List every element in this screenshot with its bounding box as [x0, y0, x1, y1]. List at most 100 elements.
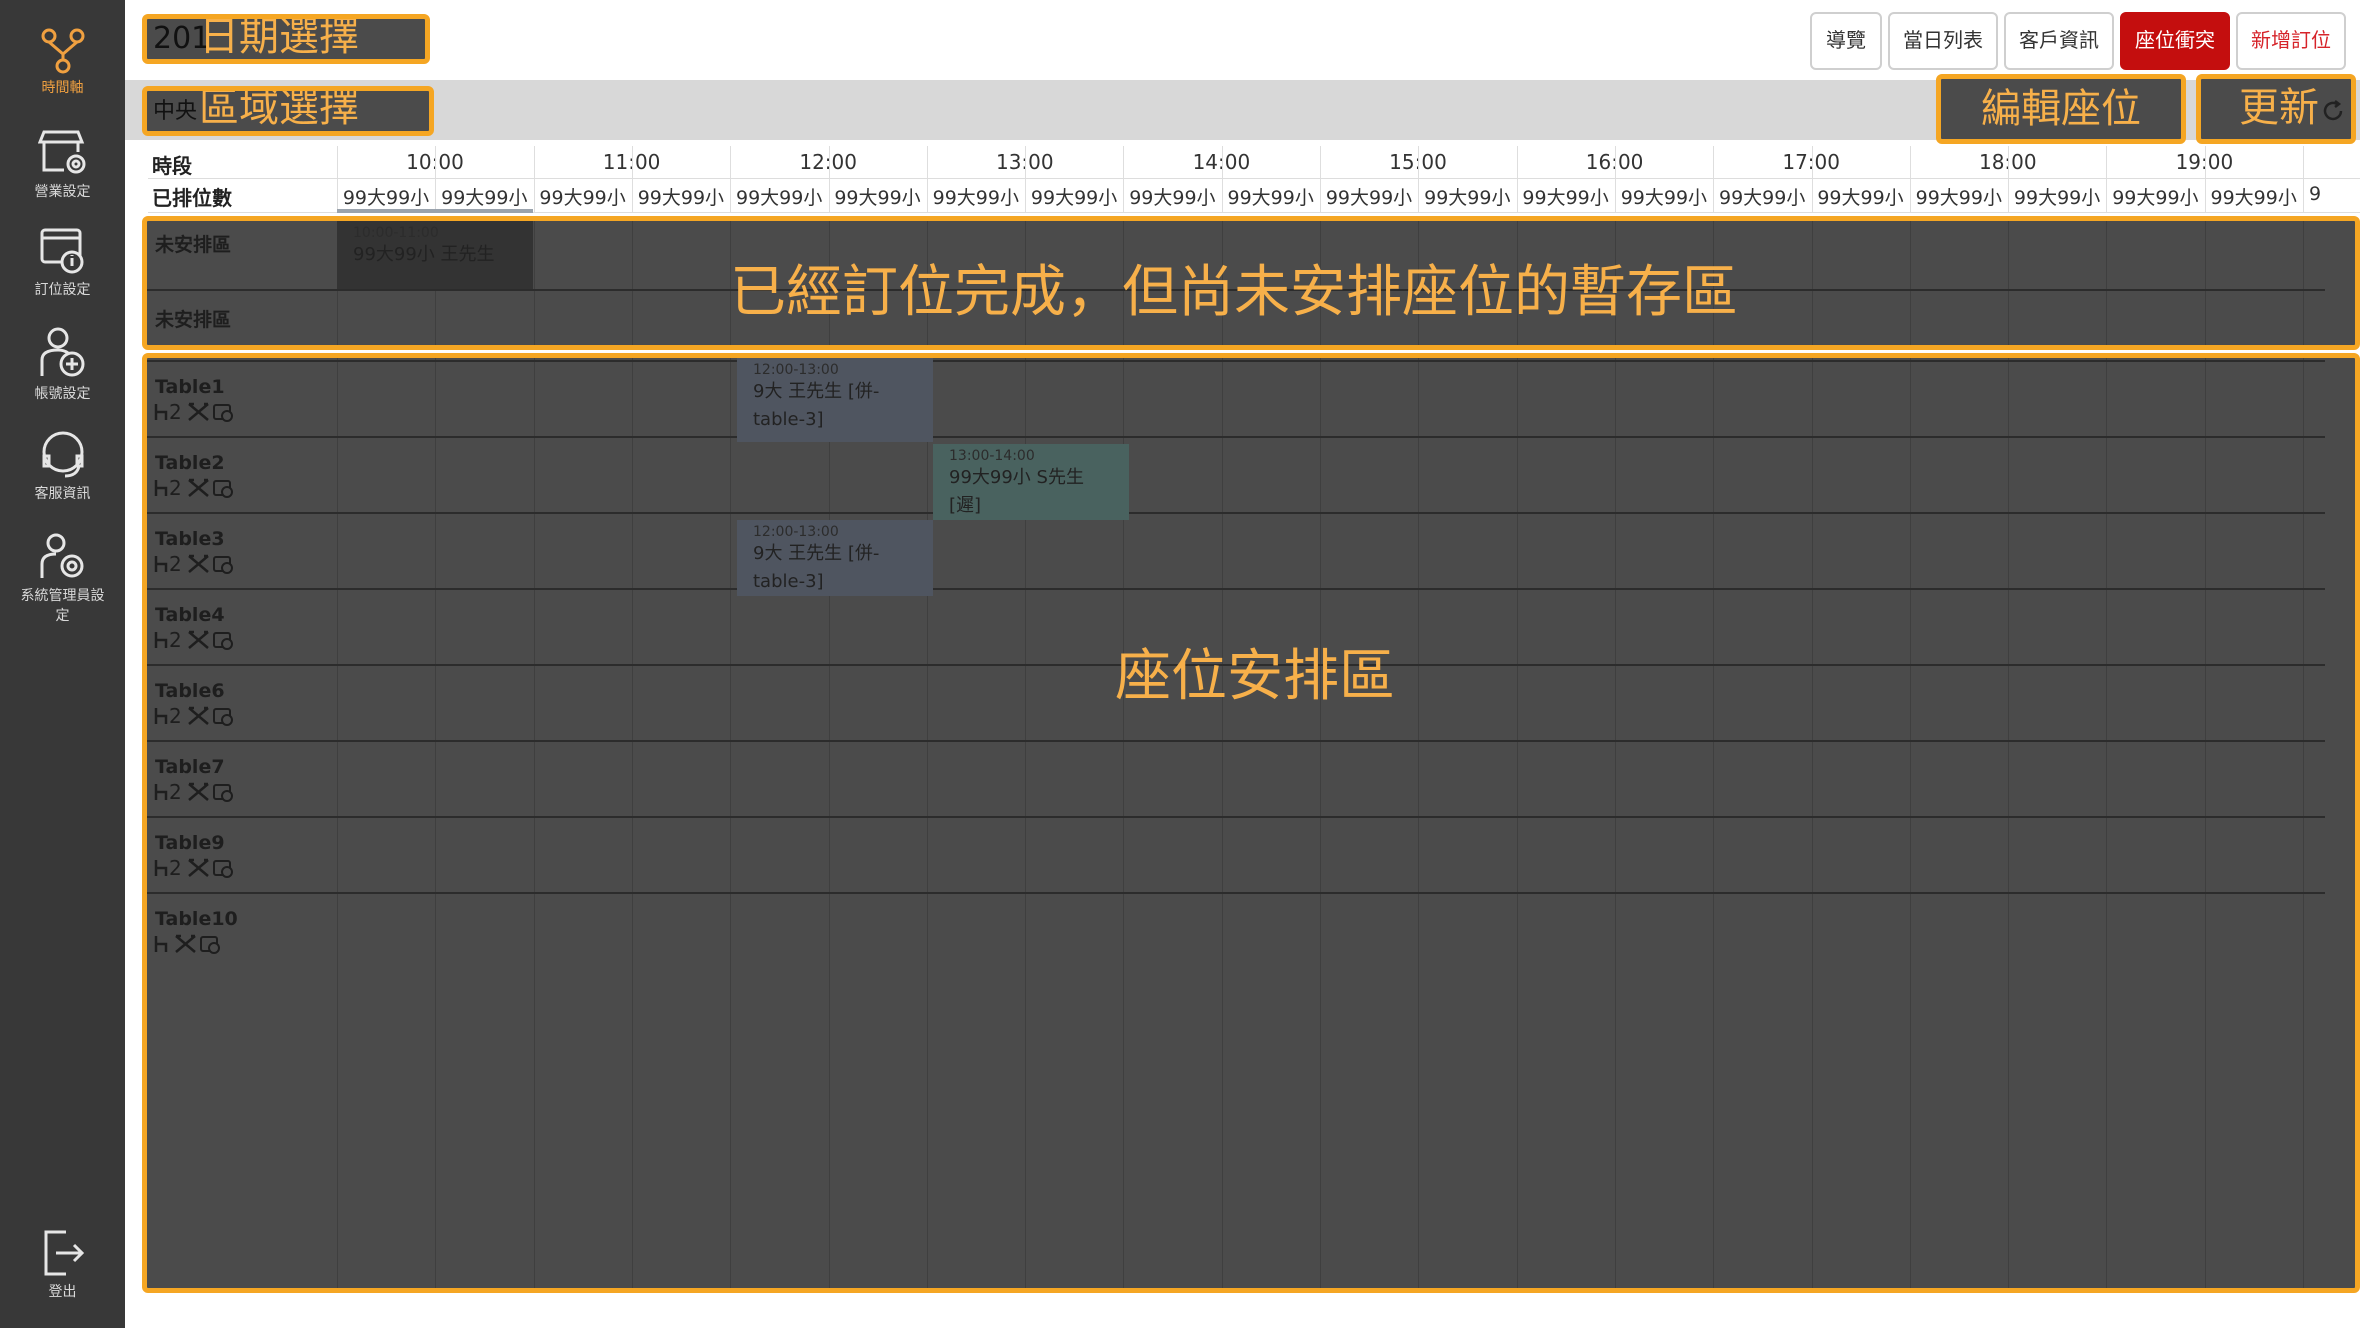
count-cell: 99大99小 [539, 187, 626, 209]
booking-time: 12:00-13:00 [753, 362, 839, 378]
grid-column-line [1811, 358, 1813, 1288]
count-cell: 99大99小 [1522, 187, 1609, 209]
grid-column-line [631, 146, 633, 212]
sidebar-item-account-settings[interactable]: 帳號設定 [0, 326, 125, 404]
grid-column-line [2008, 221, 2010, 345]
sidebar-item-timeline[interactable]: 時間軸 [0, 28, 125, 98]
utensils-icon [187, 858, 209, 877]
grid-column-line [1516, 146, 1518, 212]
grid-column-line [1713, 358, 1715, 1288]
grid-column-line [2204, 221, 2206, 345]
booking-text: 99大99小 王先生 [353, 244, 495, 265]
count-cell: 99大99小 [342, 187, 430, 209]
count-cell: 99大99小 [1325, 187, 1413, 209]
area-value: 中央 [153, 99, 198, 124]
seat-conflict-button[interactable]: 座位衝突 [2120, 12, 2230, 70]
booking-card[interactable]: 13:00-14:00 99大99小 S先生 [遲] [933, 444, 1129, 520]
sidebar-item-booking-settings[interactable]: 訂位設定 [0, 226, 125, 300]
chair-icon [154, 632, 168, 648]
count-cell: 99大99小 [1620, 187, 1708, 209]
store-settings-icon [37, 130, 85, 174]
count-cell: 99大99小 [441, 187, 528, 209]
count-cell: 99大99小 [1227, 187, 1314, 209]
table-meta: 2 [153, 628, 234, 652]
grid-column-line [1320, 146, 1321, 212]
grid-column-line [828, 146, 830, 212]
logout-button[interactable]: 登出 [0, 1228, 125, 1302]
sidebar-item-store-settings[interactable]: 營業設定 [0, 126, 125, 202]
grid-column-line [1713, 146, 1715, 212]
table-name: Table1 [155, 376, 225, 398]
row-divider [147, 588, 2325, 590]
count-cell: 99大99小 [2210, 187, 2297, 209]
row-divider [147, 360, 2325, 362]
utensils-icon [187, 782, 209, 801]
seat-arrangement-area: Table1 2 Table2 2 Table3 2 Table4 2 Table6 2 Table… [142, 353, 2360, 1293]
seat-count: 2 [169, 552, 182, 576]
chair-icon [154, 936, 168, 952]
grid-column-line [2303, 221, 2304, 345]
utensils-icon [187, 630, 209, 649]
grid-column-line [337, 358, 338, 1288]
table-name: Table9 [155, 832, 225, 854]
grid-column-line [1221, 358, 1223, 1288]
reservation-icon [212, 708, 233, 726]
date-annotation: 日期選擇 [199, 14, 359, 60]
reservation-icon [200, 936, 220, 954]
row-divider [147, 816, 2325, 818]
date-picker[interactable]: 201 日期選擇 [142, 14, 430, 64]
refresh-icon [2323, 100, 2343, 121]
area-select[interactable]: 中央 區域選擇 [142, 86, 434, 136]
count-label: 已排位數 [152, 186, 232, 210]
booking-card[interactable]: 12:00-13:00 9大 王先生 [併- table-3] [737, 520, 933, 596]
seat-count: 2 [169, 780, 182, 804]
table-meta: 2 [153, 400, 234, 424]
grid-column-line [1614, 358, 1616, 1288]
unassigned-area: 未安排區 未安排區 10:00-11:00 99大99小 王先生 已經訂位完成，… [142, 216, 2360, 350]
seat-area-annotation: 座位安排區 [1115, 644, 1395, 709]
seat-count: 2 [169, 400, 182, 424]
area-annotation: 區域選擇 [199, 86, 359, 131]
unassigned-row-label: 未安排區 [155, 309, 232, 331]
daily-list-button[interactable]: 當日列表 [1888, 12, 1998, 70]
row-divider [147, 347, 2325, 349]
grid-column-line [1909, 146, 1911, 212]
customer-info-button[interactable]: 客戶資訊 [2004, 12, 2114, 70]
period-label: 時段 [152, 154, 192, 178]
guide-button[interactable]: 導覽 [1810, 12, 1882, 70]
grid-column-line [1221, 146, 1223, 212]
grid-column-line [1320, 358, 1321, 1288]
chair-icon [154, 556, 168, 572]
refresh-button[interactable]: 更新 [2196, 74, 2356, 144]
new-booking-button[interactable]: 新增訂位 [2236, 12, 2346, 70]
utensils-icon [187, 402, 209, 421]
chair-icon [154, 404, 168, 420]
reservation-icon [212, 784, 233, 802]
reservation-icon [212, 480, 233, 498]
booking-time: 10:00-11:00 [353, 225, 439, 241]
grid-column-line [2303, 358, 2304, 1288]
grid-column-line [926, 358, 928, 1288]
account-settings-icon [40, 327, 84, 377]
sidebar-item-label: 營業設定 [34, 184, 91, 200]
reservation-icon [212, 404, 233, 422]
grid-column-line [1025, 146, 1027, 212]
count-cell: 99大99小 [932, 187, 1019, 209]
logout-icon [44, 1230, 84, 1276]
edit-seat-button[interactable]: 編輯座位 [1936, 74, 2186, 144]
count-highlight [337, 209, 533, 213]
sidebar: 時間軸 營業設定 訂位設定 帳號設定 客服資訊 系統管理員設定 登出 [0, 0, 125, 1328]
grid-column-line [435, 146, 437, 212]
sidebar-item-admin-settings[interactable]: 系統管理員設定 [0, 532, 125, 626]
sidebar-item-support[interactable]: 客服資訊 [0, 430, 125, 504]
count-cell: 99大99小 [1817, 187, 1904, 209]
seat-count: 2 [169, 476, 182, 500]
grid-column-line [533, 358, 535, 1288]
booking-card[interactable]: 10:00-11:00 99大99小 王先生 [337, 221, 533, 289]
grid-column-line [533, 221, 535, 345]
table-meta [153, 932, 221, 956]
timeline-icon [41, 28, 84, 74]
count-cell: 99大99小 [1719, 187, 1806, 209]
sidebar-item-label: 訂位設定 [34, 282, 91, 298]
booking-card[interactable]: 12:00-13:00 9大 王先生 [併- table-3] [737, 358, 933, 442]
